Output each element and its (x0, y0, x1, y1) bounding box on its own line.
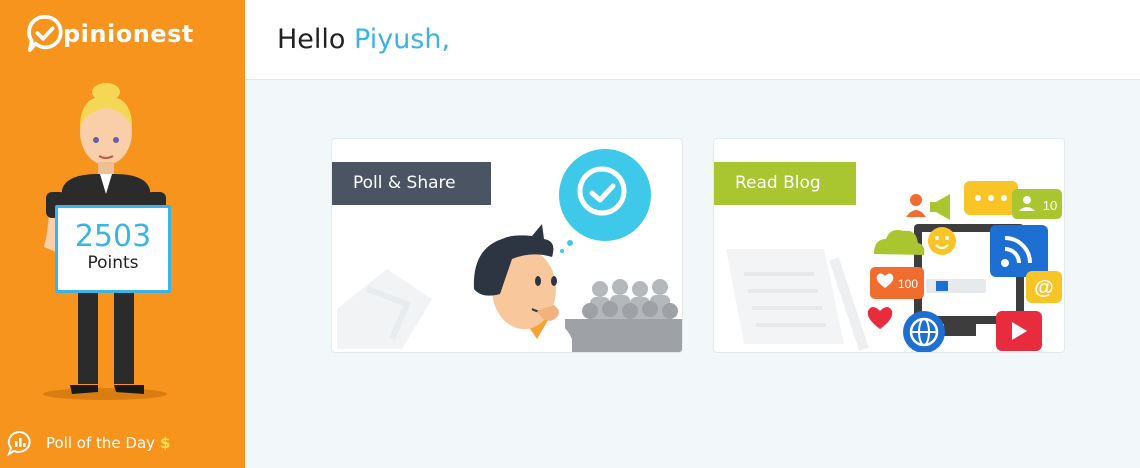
likes-count: 100 (898, 277, 918, 291)
points-value: 2503 (74, 219, 152, 254)
header: Hello Piyush, (245, 0, 1140, 80)
poll-share-label: Poll & Share (332, 162, 491, 205)
read-blog-card[interactable]: 10 100 @ Read Blog (713, 138, 1065, 353)
greeting: Hello Piyush, (277, 24, 450, 55)
user-name: Piyush, (354, 24, 451, 55)
sidebar: pinionest 2503 Points Poll of the Day $ (0, 0, 245, 468)
poll-icon (7, 430, 31, 456)
dollar-icon: $ (160, 434, 171, 452)
logo-text: pinionest (63, 20, 194, 48)
brand-logo[interactable]: pinionest (26, 12, 206, 56)
greeting-text: Hello (277, 24, 346, 55)
opinionest-logo-icon (27, 14, 63, 53)
svg-text:@: @ (1034, 277, 1054, 299)
poll-of-the-day-label: Poll of the Day (46, 434, 156, 452)
poll-and-share-card[interactable]: Poll & Share (331, 138, 683, 353)
points-label: Points (87, 253, 139, 273)
points-card: 2503 Points (55, 205, 171, 293)
poll-of-the-day-link[interactable]: Poll of the Day $ (6, 428, 170, 458)
follower-count: 10 (1043, 198, 1057, 213)
read-blog-label: Read Blog (714, 162, 856, 205)
